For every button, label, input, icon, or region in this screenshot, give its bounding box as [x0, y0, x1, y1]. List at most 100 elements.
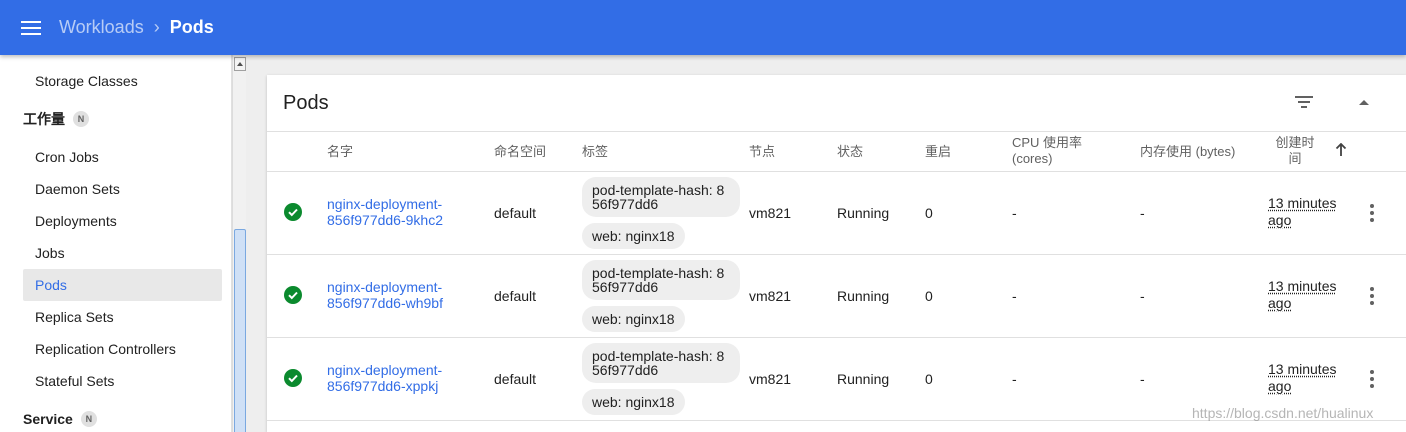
header-restarts[interactable]: 重启	[925, 144, 951, 160]
node-cell: vm821	[749, 205, 792, 221]
label-chip: pod-template-hash: 8 56f977dd6	[582, 343, 740, 383]
sidebar-item-replica-sets[interactable]: Replica Sets	[23, 301, 222, 333]
menu-icon[interactable]	[21, 20, 41, 35]
header-cpu-line2: (cores)	[1012, 151, 1053, 166]
scrollbar-thumb[interactable]	[234, 229, 246, 432]
status-cell: Running	[837, 371, 890, 387]
label-chip: web: nginx18	[582, 389, 685, 415]
breadcrumb-workloads[interactable]: Workloads	[59, 17, 144, 38]
age-line2: ago	[1268, 212, 1292, 228]
sidebar-item-storage-classes[interactable]: Storage Classes	[23, 65, 222, 97]
age-line1: 13 minutes	[1268, 195, 1337, 211]
label-chip-line2: 56f977dd6	[592, 362, 659, 378]
sidebar-item-cron-jobs[interactable]: Cron Jobs	[23, 141, 222, 173]
label-chip: web: nginx18	[582, 223, 685, 249]
check-circle-icon	[284, 203, 302, 221]
memory-cell: -	[1140, 288, 1145, 304]
label-chip: pod-template-hash: 8 56f977dd6	[582, 177, 740, 217]
sidebar-section-service[interactable]: Service N	[23, 407, 97, 431]
pod-name-link[interactable]: nginx-deployment- 856f977dd6-wh9bf	[327, 279, 443, 311]
header-labels: 标签	[582, 144, 609, 159]
more-vert-icon[interactable]	[1369, 204, 1375, 222]
label-chip-line2: 56f977dd6	[592, 196, 659, 212]
status-cell: Running	[837, 205, 890, 221]
sidebar-item-daemon-sets[interactable]: Daemon Sets	[23, 173, 222, 205]
restarts-cell: 0	[925, 205, 933, 221]
more-vert-icon[interactable]	[1369, 370, 1375, 388]
check-circle-icon	[284, 286, 302, 304]
pod-name-line1: nginx-deployment-	[327, 362, 443, 378]
header-created-line2: 间	[1288, 151, 1302, 166]
restarts-cell: 0	[925, 371, 933, 387]
header-created[interactable]: 创建时 间	[1273, 135, 1317, 167]
chevron-right-icon: ›	[153, 17, 160, 37]
chevron-up-icon[interactable]	[1357, 97, 1371, 107]
node-cell: vm821	[749, 288, 792, 304]
header-name[interactable]: 名字	[327, 144, 353, 160]
label-chip: web: nginx18	[582, 306, 685, 332]
sidebar-section-label: 工作量	[23, 111, 65, 127]
age-cell: 13 minutes ago	[1268, 278, 1348, 312]
header-memory[interactable]: 内存使用 (bytes)	[1140, 144, 1235, 160]
top-bar: Workloads › Pods	[0, 0, 1406, 55]
cpu-cell: -	[1012, 371, 1017, 387]
status-cell: Running	[837, 288, 890, 304]
label-chip: pod-template-hash: 8 56f977dd6	[582, 260, 740, 300]
namespaced-badge: N	[73, 111, 89, 127]
sidebar-item-stateful-sets[interactable]: Stateful Sets	[23, 365, 222, 397]
pod-name-line1: nginx-deployment-	[327, 196, 443, 212]
node-cell: vm821	[749, 371, 792, 387]
age-cell: 13 minutes ago	[1268, 361, 1348, 395]
header-status[interactable]: 状态	[837, 144, 863, 160]
age-line2: ago	[1268, 295, 1292, 311]
label-chip-line1: pod-template-hash: 8	[592, 348, 725, 364]
pod-name-link[interactable]: nginx-deployment- 856f977dd6-9khc2	[327, 196, 443, 228]
cpu-cell: -	[1012, 288, 1017, 304]
namespace-cell: default	[494, 371, 537, 387]
restarts-cell: 0	[925, 288, 933, 304]
filter-icon[interactable]	[1295, 96, 1313, 108]
age-line2: ago	[1268, 378, 1292, 394]
label-chip-line2: 56f977dd6	[592, 279, 659, 295]
header-node[interactable]: 节点	[749, 144, 775, 160]
sidebar-item-replication-controllers[interactable]: Replication Controllers	[23, 333, 222, 365]
check-circle-icon	[284, 369, 302, 387]
more-vert-icon[interactable]	[1369, 287, 1375, 305]
table-row: nginx-deployment- 856f977dd6-9khc2 defau…	[267, 172, 1406, 255]
pod-name-line2: 856f977dd6-9khc2	[327, 212, 443, 228]
age-cell: 13 minutes ago	[1268, 195, 1348, 229]
sidebar-item-deployments[interactable]: Deployments	[23, 205, 222, 237]
namespace-cell: default	[494, 205, 537, 221]
sidebar-section-label: Service	[23, 411, 73, 427]
card-title: Pods	[283, 92, 329, 114]
cpu-cell: -	[1012, 205, 1017, 221]
label-chip-line1: pod-template-hash: 8	[592, 265, 725, 281]
pod-name-line2: 856f977dd6-wh9bf	[327, 295, 443, 311]
sidebar-item-jobs[interactable]: Jobs	[23, 237, 222, 269]
namespace-cell: default	[494, 288, 537, 304]
arrow-up-icon[interactable]	[1335, 143, 1347, 157]
sidebar-item-pods[interactable]: Pods	[23, 269, 222, 301]
sidebar-scrollbar[interactable]	[232, 55, 246, 432]
header-created-line1: 创建时	[1275, 135, 1315, 150]
sidebar-section-workloads[interactable]: 工作量 N	[23, 107, 89, 131]
header-cpu-line1: CPU 使用率	[1012, 135, 1083, 150]
memory-cell: -	[1140, 205, 1145, 221]
memory-cell: -	[1140, 371, 1145, 387]
pods-card: Pods 名字 命名空间 标签 节点 状态 重启 CPU 使用率 (cores)…	[267, 75, 1406, 432]
breadcrumb-current: Pods	[169, 17, 214, 37]
scroll-up-arrow-icon[interactable]	[234, 57, 246, 71]
pod-name-link[interactable]: nginx-deployment- 856f977dd6-xppkj	[327, 362, 442, 394]
pod-name-line1: nginx-deployment-	[327, 279, 443, 295]
header-cpu[interactable]: CPU 使用率 (cores)	[1012, 135, 1082, 167]
label-chip-line1: pod-template-hash: 8	[592, 182, 725, 198]
header-namespace[interactable]: 命名空间	[494, 144, 546, 160]
namespaced-badge: N	[80, 411, 97, 427]
divider	[267, 131, 1406, 132]
table-row: nginx-deployment- 856f977dd6-wh9bf defau…	[267, 255, 1406, 338]
age-line1: 13 minutes	[1268, 278, 1337, 294]
watermark: https://blog.csdn.net/hualinux	[1192, 405, 1374, 421]
sidebar: Storage Classes 工作量 N Cron Jobs Daemon S…	[0, 55, 232, 432]
pod-name-line2: 856f977dd6-xppkj	[327, 378, 439, 394]
age-line1: 13 minutes	[1268, 361, 1337, 377]
